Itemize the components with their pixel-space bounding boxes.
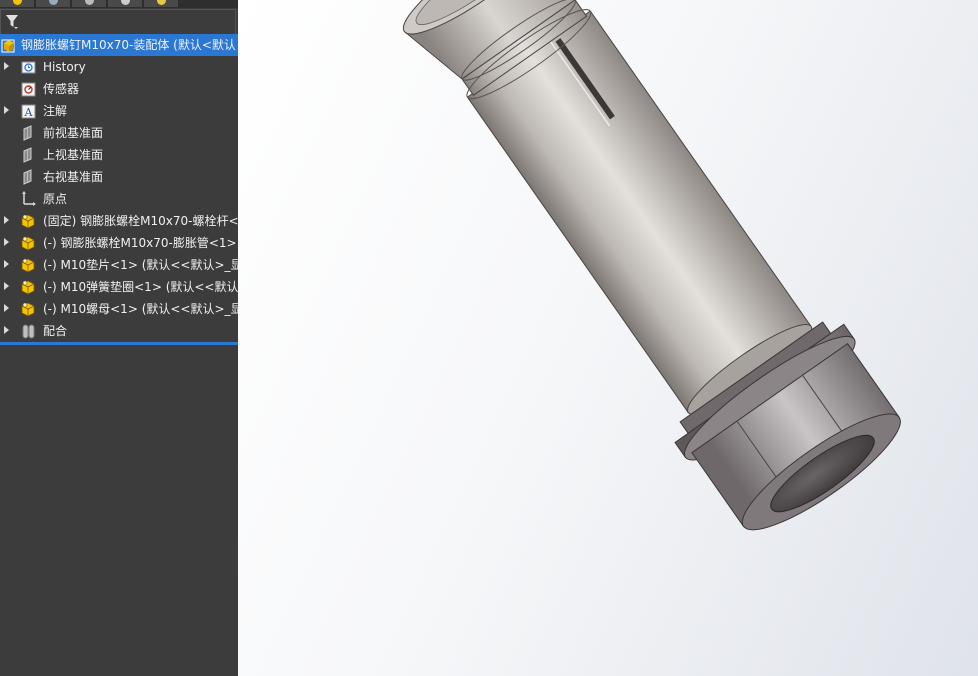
- tree-item[interactable]: A 注解: [0, 100, 238, 122]
- tree-item-label: 右视基准面: [43, 170, 104, 184]
- annotation-icon: A: [20, 103, 37, 119]
- tree-item-label: 原点: [43, 192, 68, 206]
- panel-tabs: [0, 0, 238, 8]
- svg-text:A: A: [24, 106, 34, 119]
- part-icon: [20, 213, 37, 229]
- tree-item[interactable]: (-) M10垫片<1> (默认<<默认>_显示: [0, 254, 238, 276]
- tree-item-label: (-) 钢膨胀螺栓M10x70-膨胀管<1>: [43, 236, 237, 250]
- sensor-icon: [20, 81, 37, 97]
- tree-item[interactable]: 前视基准面: [0, 122, 238, 144]
- assembly-icon: [1, 37, 18, 53]
- feature-manager-panel: 钢膨胀螺钉M10x70-装配体 (默认<默认 History 传感器 A 注解前视基准面…: [0, 0, 238, 676]
- tree-item[interactable]: 原点: [0, 188, 238, 210]
- tree-item-label: 上视基准面: [43, 148, 104, 162]
- expand-arrow-icon[interactable]: [4, 260, 9, 268]
- filter-icon[interactable]: [5, 13, 19, 29]
- tree-item-label: (-) M10螺母<1> (默认<<默认>_显示: [43, 302, 238, 316]
- tree-item-label: (-) M10弹簧垫圈<1> (默认<<默认>: [43, 280, 238, 294]
- plane-icon: [20, 125, 37, 141]
- tab-feature-manager[interactable]: [0, 0, 35, 7]
- tree-item[interactable]: 配合: [0, 320, 238, 342]
- tree-item[interactable]: 上视基准面: [0, 144, 238, 166]
- tab-property-manager[interactable]: [36, 0, 71, 7]
- tree-item[interactable]: 右视基准面: [0, 166, 238, 188]
- expand-arrow-icon[interactable]: [4, 282, 9, 290]
- tree-item[interactable]: 传感器: [0, 78, 238, 100]
- tree-end-marker: [0, 342, 238, 345]
- graphics-viewport[interactable]: [238, 0, 978, 676]
- plane-icon: [20, 169, 37, 185]
- expand-arrow-icon[interactable]: [4, 326, 9, 334]
- tree-root-assembly[interactable]: 钢膨胀螺钉M10x70-装配体 (默认<默认: [0, 34, 238, 56]
- part-icon: [20, 257, 37, 273]
- expand-arrow-icon[interactable]: [4, 62, 9, 70]
- tree-item[interactable]: (固定) 钢膨胀螺栓M10x70-螺栓杆<1: [0, 210, 238, 232]
- origin-icon: [20, 191, 37, 207]
- tab-dimxpert-manager[interactable]: [108, 0, 143, 7]
- display-manager-icon: [157, 0, 166, 5]
- tree-item-label: 配合: [43, 324, 68, 338]
- tree-item-label: 注解: [43, 104, 68, 118]
- part-icon: [20, 235, 37, 251]
- tab-configuration-manager[interactable]: [72, 0, 107, 7]
- expansion-bolt-model[interactable]: [238, 0, 978, 676]
- dimxpert-icon: [121, 0, 130, 5]
- tree-filter-bar[interactable]: [0, 9, 236, 35]
- expand-arrow-icon[interactable]: [4, 216, 9, 224]
- mates-icon: [20, 323, 37, 339]
- expand-arrow-icon[interactable]: [4, 106, 9, 114]
- tree-item[interactable]: History: [0, 56, 238, 78]
- tree-item-label: History: [43, 60, 86, 74]
- tree-item-label: 传感器: [43, 82, 80, 96]
- plane-icon: [20, 147, 37, 163]
- feature-manager-icon: [13, 0, 22, 5]
- history-icon: [20, 59, 37, 75]
- tree-item[interactable]: (-) M10螺母<1> (默认<<默认>_显示: [0, 298, 238, 320]
- part-icon: [20, 279, 37, 295]
- tree-item-label: 钢膨胀螺钉M10x70-装配体 (默认<默认: [21, 38, 236, 52]
- tab-display-manager[interactable]: [144, 0, 179, 7]
- expand-arrow-icon[interactable]: [4, 304, 9, 312]
- tree-item-label: (-) M10垫片<1> (默认<<默认>_显示: [43, 258, 238, 272]
- configuration-manager-icon: [85, 0, 94, 5]
- tree-item[interactable]: (-) M10弹簧垫圈<1> (默认<<默认>: [0, 276, 238, 298]
- expand-arrow-icon[interactable]: [4, 238, 9, 246]
- tree-item[interactable]: (-) 钢膨胀螺栓M10x70-膨胀管<1>: [0, 232, 238, 254]
- property-manager-icon: [49, 0, 58, 5]
- tree-item-label: 前视基准面: [43, 126, 104, 140]
- part-icon: [20, 301, 37, 317]
- tree-item-label: (固定) 钢膨胀螺栓M10x70-螺栓杆<1: [43, 214, 238, 228]
